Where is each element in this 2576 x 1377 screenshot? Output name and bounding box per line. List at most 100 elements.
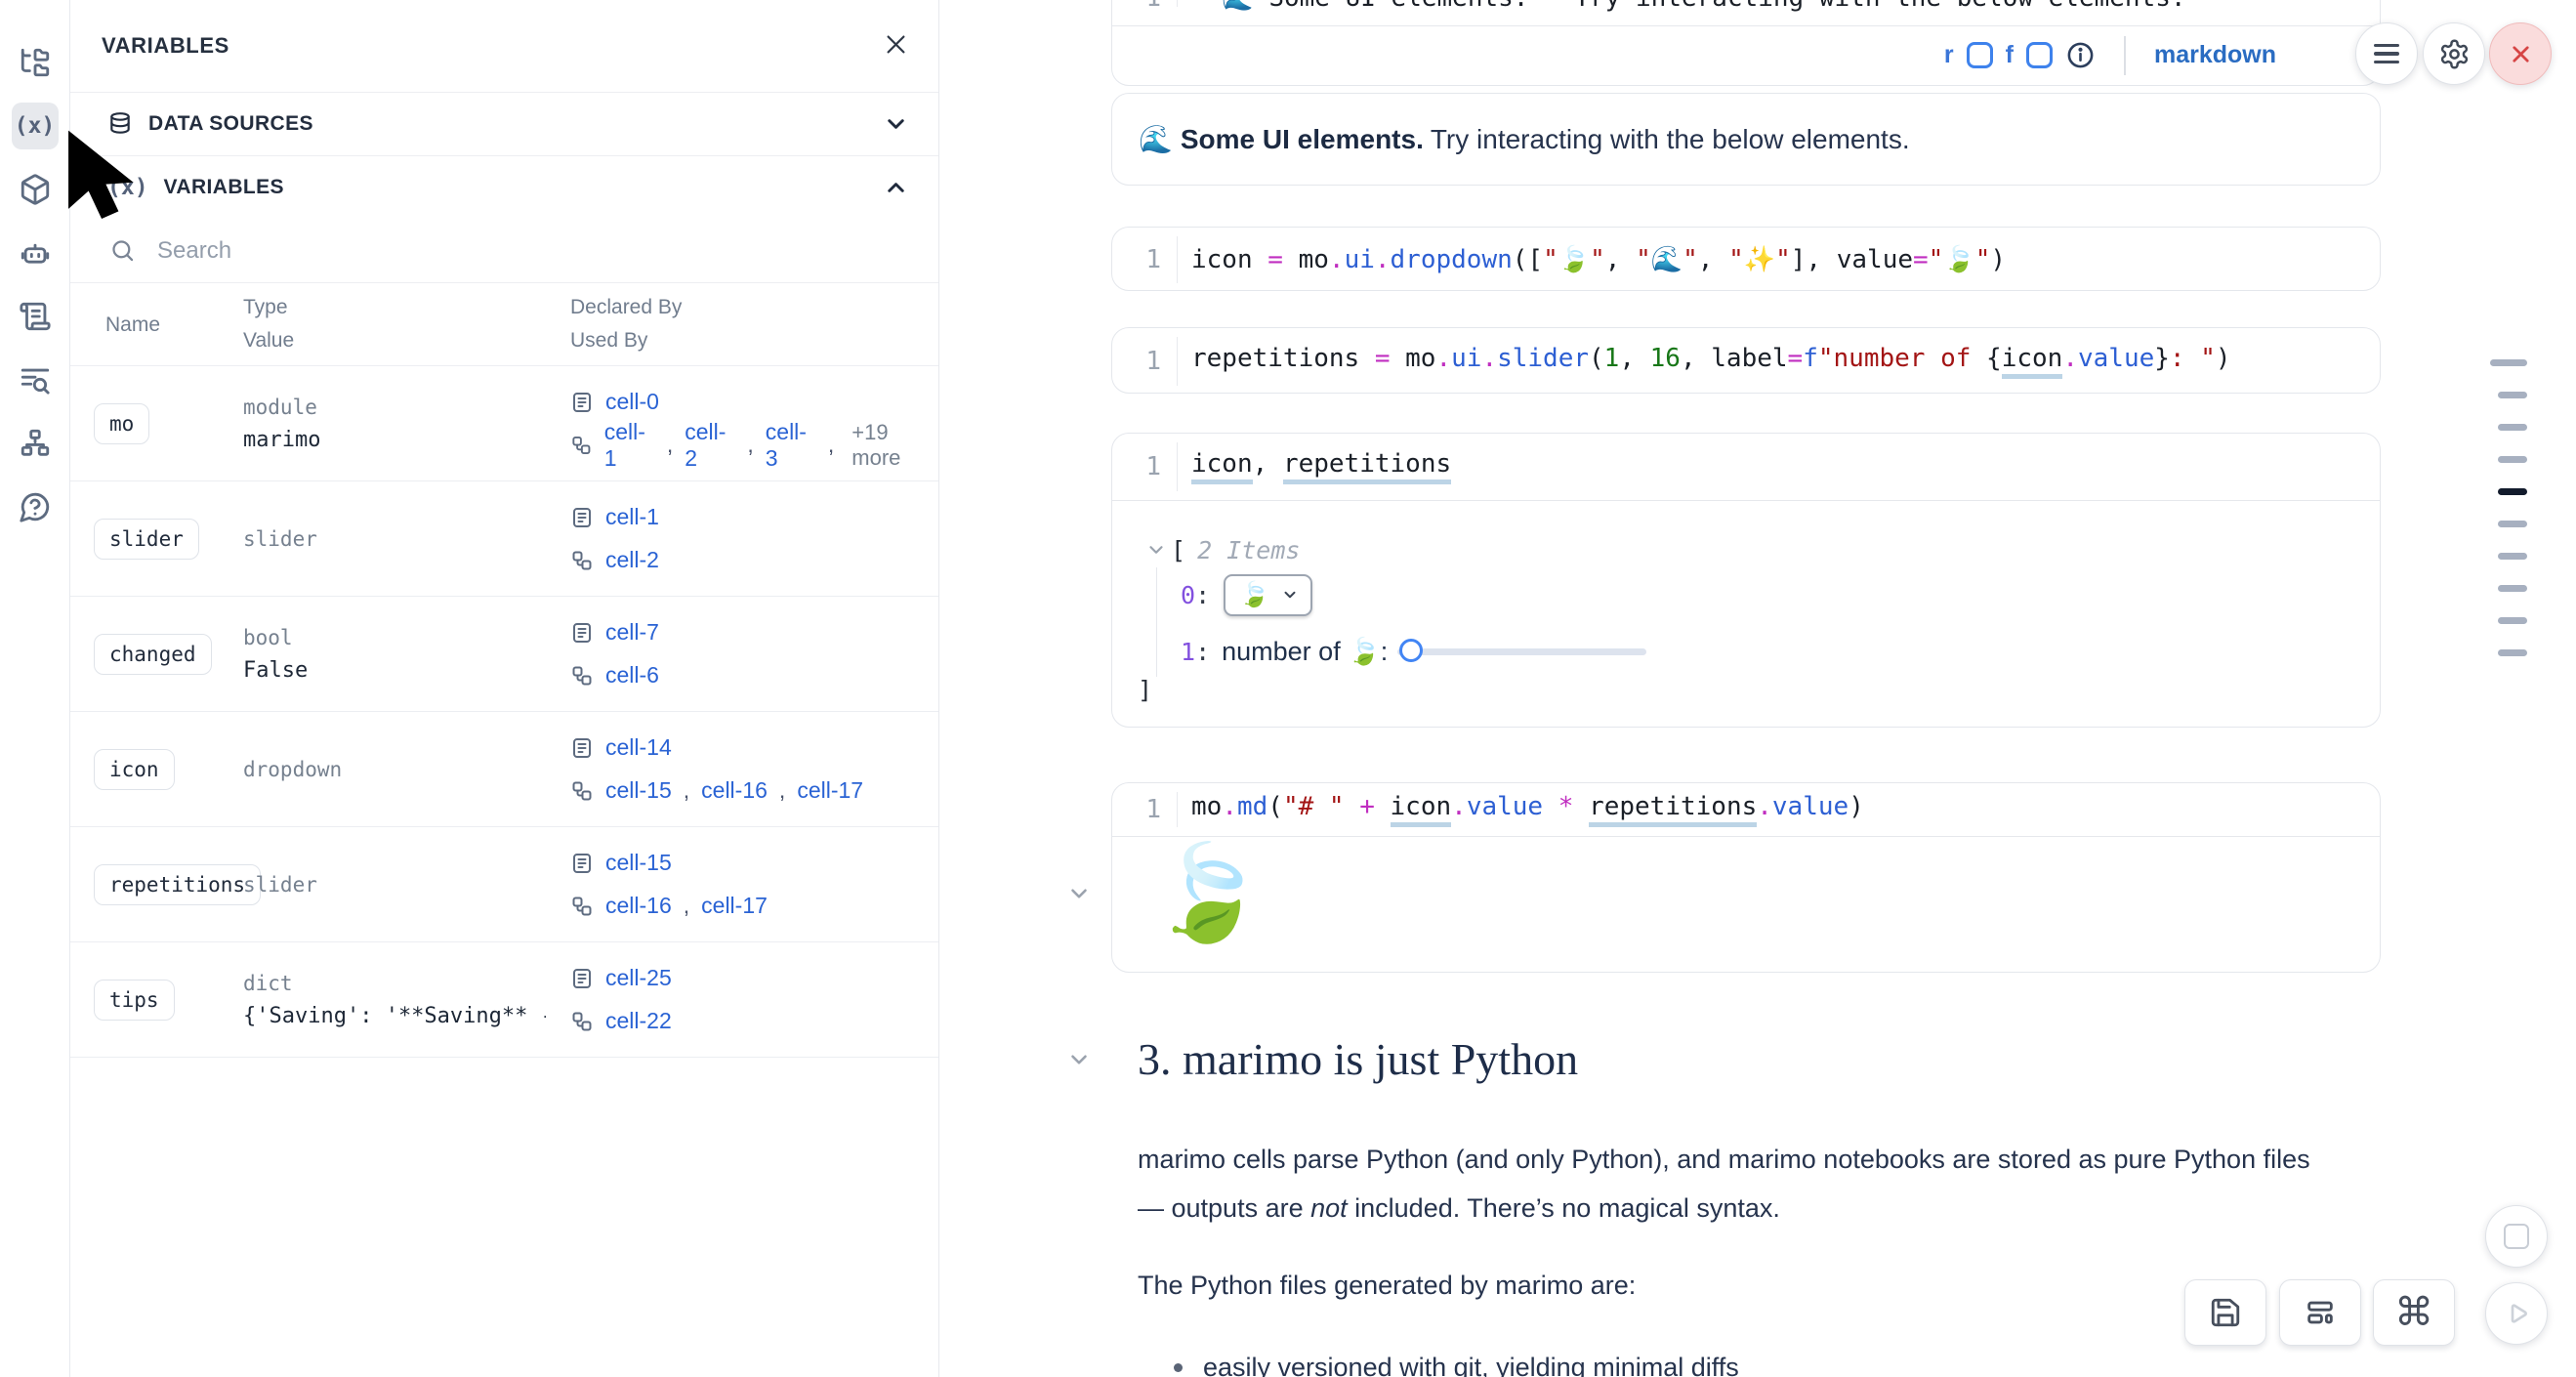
minimap-dash[interactable] <box>2498 456 2527 463</box>
cell-divider <box>1112 500 2380 501</box>
cell-link[interactable]: cell-16 <box>701 777 768 804</box>
dropdown-selected-value: 🍃 <box>1239 581 1269 609</box>
declared-by-cell-icon <box>570 506 594 529</box>
code-editor[interactable]: 1 repetitions = mo.ui.slider(1, 16, labe… <box>1112 328 2380 395</box>
save-button[interactable] <box>2184 1279 2266 1346</box>
run-all-button[interactable] <box>2485 1282 2548 1345</box>
more-cells-label[interactable]: +19 more <box>852 420 938 471</box>
cell-link[interactable]: cell-6 <box>605 662 659 688</box>
minimap-dash[interactable] <box>2490 359 2527 366</box>
tree-collapse-icon[interactable] <box>1145 539 1167 561</box>
cell-reference-line: cell-16, cell-17 <box>570 885 768 928</box>
cell-link[interactable]: cell-17 <box>701 893 768 919</box>
cell-reference-line: cell-0 <box>570 381 938 424</box>
minimap-dash[interactable] <box>2498 424 2527 431</box>
variable-type: module <box>243 391 320 424</box>
markdown-output: 🌊 Some UI elements. Try interacting with… <box>1111 93 2381 186</box>
tree-open-bracket: [ <box>1171 536 1185 564</box>
notebook-menu-button[interactable] <box>2355 22 2418 85</box>
cell-link[interactable]: cell-16 <box>605 893 672 919</box>
sidebar-item-file-explorer[interactable] <box>12 39 59 86</box>
variable-type: dropdown <box>243 753 342 786</box>
separator: , <box>779 777 785 804</box>
cell-link[interactable]: cell-7 <box>605 619 659 646</box>
footer-separator <box>2124 36 2126 75</box>
tree-item-0: 0 : 🍃 <box>1181 573 1312 616</box>
language-toggle-markdown[interactable]: markdown <box>2154 41 2276 69</box>
sidebar-item-logs[interactable] <box>12 356 59 403</box>
variables-section-header[interactable]: (x) VARIABLES <box>70 156 938 219</box>
run-checkbox[interactable] <box>1967 42 1993 68</box>
minimap-dash[interactable] <box>2498 585 2527 592</box>
minimap-dash[interactable] <box>2498 392 2527 398</box>
variable-name-badge: mo <box>94 403 149 444</box>
panel-title: VARIABLES <box>102 33 229 59</box>
variable-name-badge: repetitions <box>94 864 261 905</box>
info-icon[interactable] <box>2065 40 2096 70</box>
used-by-workflow-icon <box>570 434 593 457</box>
minimap-dash[interactable] <box>2498 617 2527 624</box>
stop-button[interactable] <box>2485 1205 2548 1268</box>
variable-row: sliderslidercell-1cell-2 <box>70 481 938 597</box>
cell-link[interactable]: cell-22 <box>605 1008 672 1034</box>
minimap-dash[interactable] <box>2498 553 2527 560</box>
variable-name-badge: slider <box>94 519 199 560</box>
tree-item-count: 2 Items <box>1197 536 1300 564</box>
cell-reference-line: cell-6 <box>570 654 659 697</box>
panel-header: VARIABLES <box>70 0 938 93</box>
cell-reference-line: cell-14 <box>570 727 863 770</box>
cell-link[interactable]: cell-17 <box>797 777 863 804</box>
cell-collapse-icon[interactable] <box>1066 881 1092 906</box>
paragraph: — outputs are not included. There’s no m… <box>1138 1193 1780 1224</box>
cell-link[interactable]: cell-2 <box>685 419 735 472</box>
sidebar-item-variables[interactable]: (x) <box>12 103 59 149</box>
cell-link[interactable]: cell-1 <box>604 419 655 472</box>
cell-link[interactable]: cell-2 <box>605 547 659 573</box>
cell-link[interactable]: cell-1 <box>605 504 659 530</box>
file-tree-icon <box>19 46 52 79</box>
cell-link[interactable]: cell-0 <box>605 389 659 415</box>
code-editor[interactable]: 1 icon, repetitions <box>1112 434 2380 500</box>
shutdown-button[interactable] <box>2489 22 2552 85</box>
variables-search-input[interactable]: Search <box>70 219 938 283</box>
keyboard-shortcuts-button[interactable]: ⌘ <box>2373 1279 2455 1346</box>
sidebar-item-snippets[interactable] <box>12 293 59 340</box>
cell-link[interactable]: cell-14 <box>605 734 672 761</box>
code-editor[interactable]: 1 icon = mo.ui.dropdown(["🍃", "🌊", "✨"],… <box>1112 228 2380 292</box>
data-sources-section-header[interactable]: DATA SOURCES <box>70 93 938 156</box>
format-checkbox[interactable] <box>2026 42 2053 68</box>
search-placeholder: Search <box>157 237 231 265</box>
separator: , <box>747 432 753 458</box>
package-icon <box>19 173 52 206</box>
code-cell-md-output: 1 mo.md("# " + icon.value * repetitions.… <box>1111 782 2381 973</box>
marimo-app: (x) VARIABLES DATA SOURCE <box>0 0 2576 1377</box>
sidebar-item-ai-assistant[interactable] <box>12 230 59 276</box>
code-editor[interactable]: 1 mo.md("# " + icon.value * repetitions.… <box>1112 783 2380 836</box>
variable-row: repetitionsslidercell-15cell-16, cell-17 <box>70 827 938 942</box>
cell-link[interactable]: cell-15 <box>605 850 672 876</box>
minimap-dash[interactable] <box>2498 521 2527 527</box>
minimap-dash[interactable] <box>2498 649 2527 656</box>
variables-table-header: Name Type Value Declared By Used By <box>70 283 938 366</box>
section-collapse-icon[interactable] <box>1066 1047 1092 1072</box>
minimap-dash-active[interactable] <box>2498 488 2527 495</box>
icon-dropdown-select[interactable]: 🍃 <box>1224 574 1312 616</box>
declared-by-cell-icon <box>570 852 594 875</box>
cell-link[interactable]: cell-25 <box>605 965 672 991</box>
sidebar-item-help[interactable] <box>12 483 59 530</box>
markdown-cell-editor[interactable]: 1 **🌊 Some UI elements.** Try interactin… <box>1112 0 2380 16</box>
settings-button[interactable] <box>2423 22 2485 85</box>
repetitions-slider[interactable] <box>1397 639 1646 664</box>
column-header-name: Name <box>105 313 160 337</box>
close-panel-button[interactable] <box>883 31 909 61</box>
layout-button[interactable] <box>2279 1279 2361 1346</box>
used-by-workflow-icon <box>570 664 594 688</box>
chevron-up-icon <box>883 175 909 201</box>
sidebar-item-dependency-graph[interactable] <box>12 420 59 467</box>
sidebar-item-packages[interactable] <box>12 166 59 213</box>
cell-link[interactable]: cell-15 <box>605 777 672 804</box>
slider-thumb[interactable] <box>1399 639 1423 662</box>
column-header-used-by: Used By <box>570 329 647 353</box>
chevron-down-icon <box>883 111 909 138</box>
cell-link[interactable]: cell-3 <box>766 419 816 472</box>
